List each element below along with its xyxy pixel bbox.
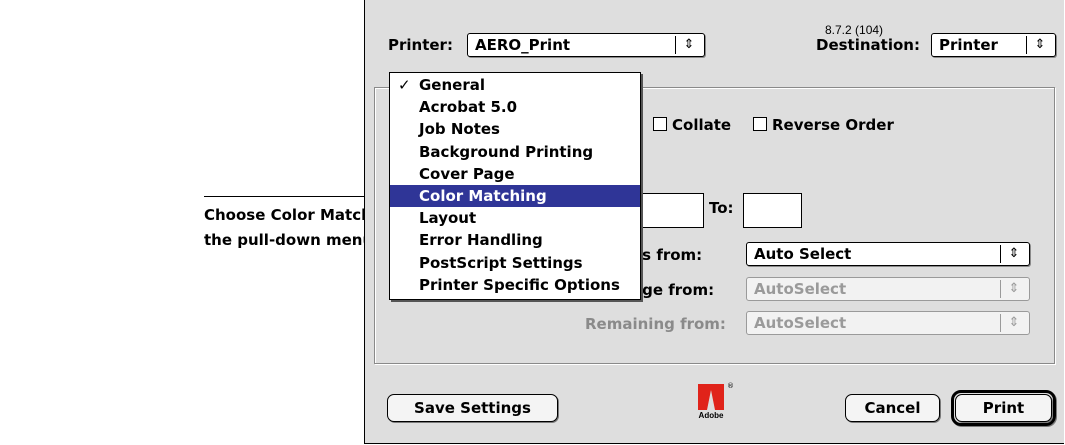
- print-button[interactable]: Print: [955, 394, 1052, 422]
- first-page-source-value: Auto Select: [754, 245, 852, 263]
- menu-item-label: PostScript Settings: [419, 253, 583, 272]
- menu-item-label: Layout: [419, 209, 477, 228]
- printer-label: Printer:: [388, 36, 453, 54]
- from-page-field[interactable]: [636, 193, 704, 228]
- remaining-from-value: AutoSelect: [754, 314, 847, 332]
- menu-item-printer-specific-options[interactable]: Printer Specific Options: [390, 274, 640, 296]
- registered-mark-icon: ®: [727, 382, 734, 390]
- checkmark-icon: ✓: [398, 76, 411, 94]
- checkbox-box-icon: [653, 117, 667, 131]
- to-page-field[interactable]: [743, 193, 802, 228]
- second-page-source-popup[interactable]: AutoSelect ⇕: [746, 277, 1030, 301]
- reverse-order-checkbox[interactable]: Reverse Order: [753, 116, 894, 134]
- checkbox-box-icon: [753, 117, 767, 131]
- up-down-arrows-icon: ⇕: [1000, 245, 1027, 263]
- menu-item-color-matching[interactable]: Color Matching: [390, 184, 640, 208]
- menu-item-postscript-settings[interactable]: PostScript Settings: [390, 252, 640, 274]
- menu-item-label: Job Notes: [419, 120, 500, 139]
- callout-line: [204, 196, 390, 197]
- destination-label: Destination:: [816, 36, 920, 54]
- second-page-source-value: AutoSelect: [754, 280, 847, 298]
- reverse-order-label: Reverse Order: [772, 116, 894, 134]
- menu-item-label: Cover Page: [419, 164, 515, 183]
- version-label: 8.7.2 (104): [825, 23, 884, 37]
- menu-item-label: Error Handling: [419, 231, 543, 250]
- adobe-logo-text: Adobe: [698, 411, 724, 420]
- destination-popup-value: Printer: [939, 36, 998, 54]
- first-page-source-label: es from:: [632, 246, 703, 264]
- collate-checkbox[interactable]: Collate: [653, 116, 731, 134]
- up-down-arrows-icon: ⇕: [1000, 280, 1027, 298]
- adobe-logo-icon: [698, 384, 724, 410]
- menu-item-label: Color Matching: [419, 186, 547, 205]
- menu-item-label: Printer Specific Options: [419, 275, 620, 294]
- up-down-arrows-icon: ⇕: [1000, 314, 1027, 332]
- to-label: To:: [709, 199, 734, 217]
- up-down-arrows-icon: ⇕: [675, 36, 702, 54]
- menu-item-job-notes[interactable]: Job Notes: [390, 118, 640, 140]
- menu-item-error-handling[interactable]: Error Handling: [390, 229, 640, 251]
- menu-item-layout[interactable]: Layout: [390, 207, 640, 229]
- printer-popup[interactable]: AERO_Print ⇕: [467, 33, 705, 57]
- up-down-arrows-icon: ⇕: [1026, 36, 1053, 54]
- menu-item-cover-page[interactable]: Cover Page: [390, 163, 640, 185]
- menu-item-label: Acrobat 5.0: [419, 98, 518, 117]
- remaining-from-popup[interactable]: AutoSelect ⇕: [746, 311, 1030, 335]
- menu-item-background-printing[interactable]: Background Printing: [390, 141, 640, 163]
- menu-item-acrobat[interactable]: Acrobat 5.0: [390, 96, 640, 118]
- second-page-source-label: age from:: [632, 281, 715, 299]
- printer-popup-value: AERO_Print: [475, 36, 571, 54]
- remaining-from-label: Remaining from:: [585, 315, 726, 333]
- destination-popup[interactable]: Printer ⇕: [931, 33, 1056, 57]
- first-page-source-popup[interactable]: Auto Select ⇕: [746, 242, 1030, 266]
- panel-pulldown-menu: ✓ General Acrobat 5.0 Job Notes Backgrou…: [389, 72, 641, 300]
- adobe-logo: Adobe: [696, 384, 726, 428]
- menu-item-general[interactable]: ✓ General: [390, 74, 640, 96]
- collate-label: Collate: [672, 116, 732, 134]
- menu-item-label: Background Printing: [419, 142, 594, 161]
- save-settings-button[interactable]: Save Settings: [387, 394, 558, 422]
- menu-item-label: General: [419, 76, 485, 94]
- cancel-button[interactable]: Cancel: [845, 394, 940, 422]
